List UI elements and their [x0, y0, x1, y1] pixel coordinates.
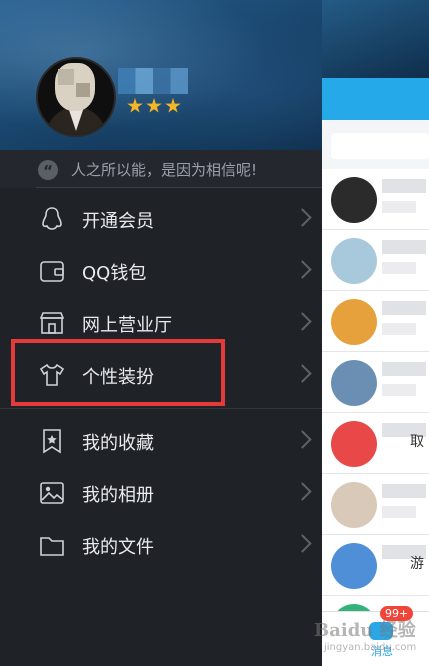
list-item[interactable]: [322, 230, 429, 291]
message-fragment: 游: [410, 556, 424, 572]
chevron-right-icon: [293, 208, 312, 227]
watermark-url: jingyan.baidu.com: [324, 642, 417, 653]
avatar: [331, 299, 377, 345]
header-background-right: [322, 0, 429, 78]
star-icon: [146, 98, 162, 113]
search-input[interactable]: [331, 133, 429, 159]
avatar: [331, 360, 377, 406]
panel-title-bar: [322, 78, 429, 120]
list-item[interactable]: [322, 291, 429, 352]
menu-item-albums[interactable]: 我的相册: [0, 468, 322, 520]
avatar: [331, 238, 377, 284]
divider: [0, 408, 322, 409]
nickname-blurred[interactable]: [118, 68, 188, 94]
signature-text: 人之所以能，是因为相信呢!: [71, 161, 258, 179]
list-item[interactable]: [322, 474, 429, 535]
photo-icon: [40, 482, 64, 504]
level-badges[interactable]: [127, 98, 181, 114]
chevron-right-icon: [293, 482, 312, 501]
chevron-right-icon: [293, 260, 312, 279]
list-item[interactable]: 取: [322, 413, 429, 474]
avatar: [331, 543, 377, 589]
divider: [36, 187, 322, 188]
menu-label: 开通会员: [82, 211, 154, 232]
chevron-right-icon: [293, 364, 312, 383]
watermark: Baidu 经验: [314, 620, 416, 641]
bookmark-icon: [43, 429, 61, 454]
signature-bar[interactable]: “ 人之所以能，是因为相信呢!: [0, 150, 322, 188]
list-item[interactable]: 游: [322, 535, 429, 596]
sun-icon: [127, 98, 143, 113]
avatar: [331, 421, 377, 467]
chevron-right-icon: [293, 312, 312, 331]
avatar: [331, 177, 377, 223]
quote-icon: “: [38, 160, 58, 180]
menu-label: 我的收藏: [82, 433, 154, 454]
menu-item-favorites[interactable]: 我的收藏: [0, 416, 322, 468]
list-item[interactable]: [322, 169, 429, 230]
star-icon: [165, 98, 181, 113]
list-item[interactable]: [322, 352, 429, 413]
menu-item-qq-wallet[interactable]: QQ钱包: [0, 246, 322, 298]
menu-label: 我的文件: [82, 537, 154, 558]
avatar: [331, 482, 377, 528]
highlight-box: [11, 339, 225, 406]
message-fragment: 取: [410, 434, 424, 450]
menu-item-files[interactable]: 我的文件: [0, 520, 322, 572]
avatar[interactable]: [36, 57, 116, 137]
menu-item-vip[interactable]: 开通会员: [0, 194, 322, 246]
menu-label: 我的相册: [82, 485, 154, 506]
menu-label: 网上营业厅: [82, 315, 172, 336]
store-icon: [39, 312, 65, 334]
wallet-icon: [40, 261, 64, 282]
folder-icon: [40, 537, 64, 556]
penguin-icon: [42, 207, 62, 230]
menu-label: QQ钱包: [82, 263, 147, 284]
chevron-right-icon: [293, 430, 312, 449]
conversation-panel[interactable]: 取 游 辞通: [322, 78, 429, 665]
conversation-list: 取 游 辞通: [322, 169, 429, 657]
chevron-right-icon: [293, 534, 312, 553]
